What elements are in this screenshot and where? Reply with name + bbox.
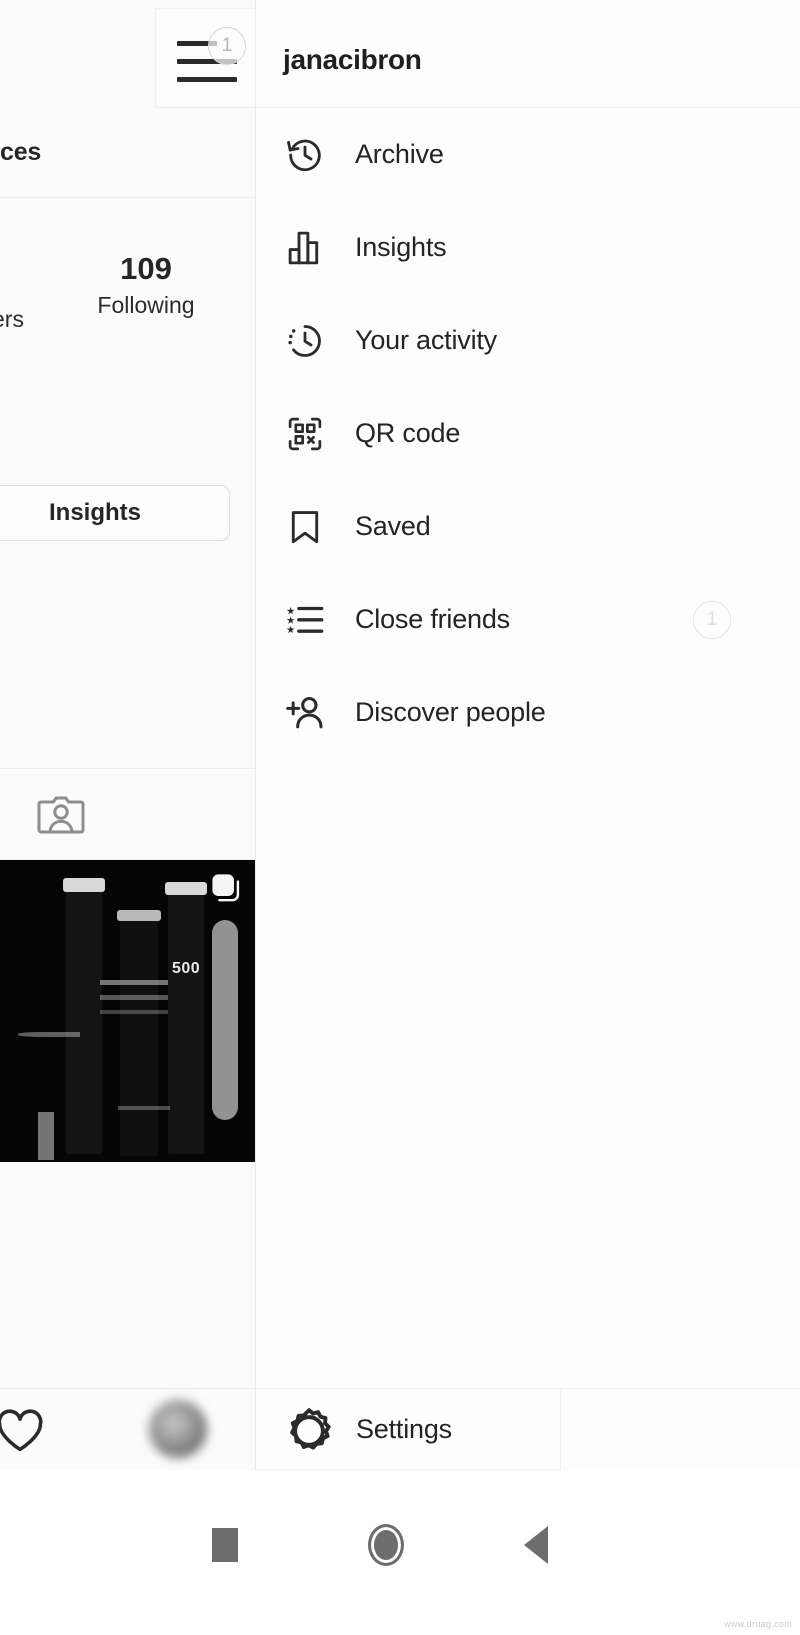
menu-item-qr-code[interactable]: QR code <box>256 387 800 480</box>
instagram-profile-menu-screen: ces ers 109 Following Insights <box>0 0 800 1635</box>
close-friends-badge: 1 <box>693 600 731 639</box>
menu-item-label: Discover people <box>355 697 546 727</box>
android-system-nav: www.druag.com <box>0 1470 800 1635</box>
menu-list: Archive Insights Your activity QR code S… <box>256 108 800 759</box>
hamburger-menu-button[interactable]: 1 <box>155 8 256 108</box>
profile-bio-row: ces <box>0 110 255 198</box>
menu-item-label: Insights <box>355 232 447 262</box>
circle-icon[interactable] <box>368 1524 404 1566</box>
watermark: www.druag.com <box>724 1619 792 1629</box>
profile-tab-bar <box>0 768 255 860</box>
menu-item-settings[interactable]: Settings <box>256 1388 561 1470</box>
post-thumbnail[interactable]: 500 <box>0 860 255 1162</box>
page-title: janacibron <box>283 44 422 75</box>
settings-label: Settings <box>356 1414 452 1444</box>
bookmark-icon <box>279 501 331 553</box>
gear-icon <box>283 1405 335 1457</box>
avatar[interactable] <box>149 1400 207 1458</box>
add-person-icon <box>279 687 331 739</box>
profile-column: ces ers 109 Following Insights <box>0 0 256 1470</box>
side-menu-panel: janacibron Archive Insights Your activit… <box>256 0 800 1470</box>
stat-following[interactable]: 109 Following <box>86 250 206 322</box>
menu-item-label: Archive <box>355 139 444 169</box>
menu-item-your-activity[interactable]: Your activity <box>256 294 800 387</box>
heart-icon[interactable] <box>0 1407 46 1455</box>
multi-post-icon <box>212 874 242 904</box>
menu-item-discover-people[interactable]: Discover people <box>256 666 800 759</box>
insights-button[interactable]: Insights <box>0 485 230 541</box>
post-overlay-text: 500 <box>172 960 201 977</box>
menu-item-archive[interactable]: Archive <box>256 108 800 201</box>
insights-button-label: Insights <box>48 499 141 526</box>
stat-followers-label: ers <box>0 306 24 332</box>
menu-item-saved[interactable]: Saved <box>256 480 800 573</box>
menu-item-label: Your activity <box>355 325 497 355</box>
activity-clock-icon <box>279 315 331 367</box>
square-icon[interactable] <box>212 1528 238 1562</box>
close-friends-badge-count: 1 <box>706 608 718 630</box>
menu-item-insights[interactable]: Insights <box>256 201 800 294</box>
triangle-back-icon[interactable] <box>524 1526 548 1564</box>
bar-chart-icon <box>279 222 331 274</box>
hamburger-badge: 1 <box>208 27 246 65</box>
archive-clock-icon <box>279 129 331 181</box>
stat-following-value: 109 <box>120 251 172 286</box>
tagged-person-icon[interactable] <box>35 791 87 839</box>
menu-header: janacibron <box>256 0 800 108</box>
hamburger-badge-count: 1 <box>221 35 233 56</box>
qr-code-icon <box>279 408 331 460</box>
menu-item-label: QR code <box>355 418 461 448</box>
star-list-icon <box>279 594 331 646</box>
stat-followers[interactable]: ers <box>0 302 68 336</box>
stat-following-label: Following <box>97 292 195 318</box>
menu-item-label: Close friends <box>355 604 510 634</box>
menu-item-close-friends[interactable]: Close friends 1 <box>256 573 800 666</box>
profile-bio-text: ces <box>0 138 42 166</box>
menu-item-label: Saved <box>355 511 431 541</box>
